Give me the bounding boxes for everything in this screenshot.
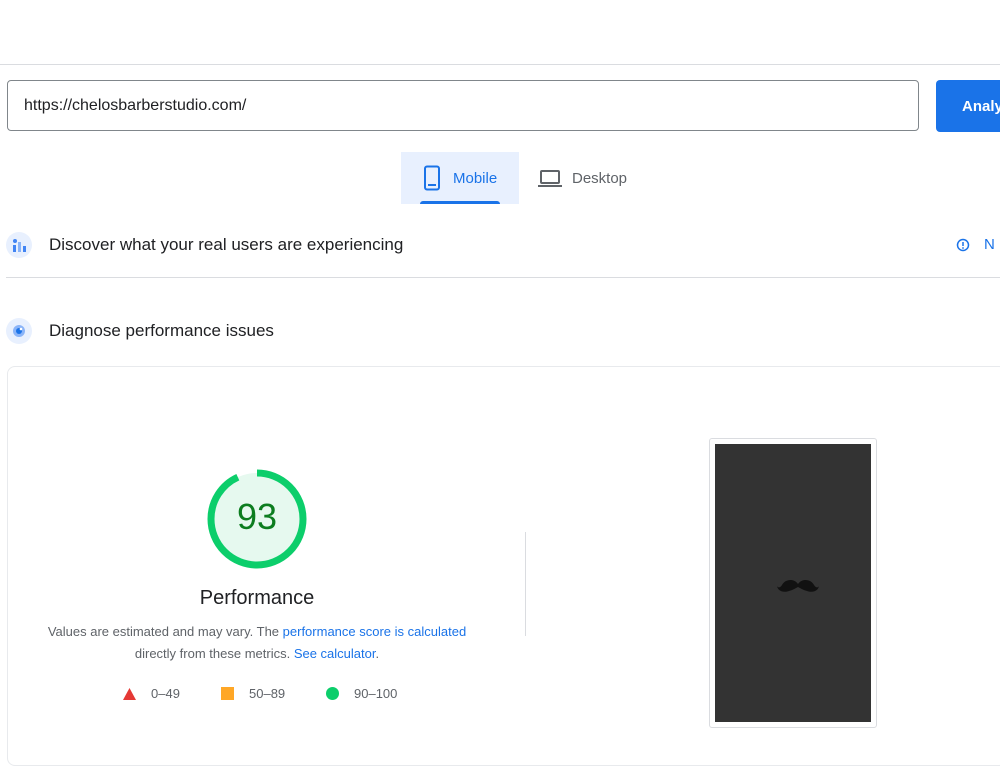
laptop-icon [538,170,562,187]
lighthouse-icon [6,318,32,344]
url-input[interactable] [7,80,919,131]
legend-item-fail: 0–49 [123,686,180,701]
smartphone-icon [424,165,440,191]
mustache-logo-icon [777,579,819,592]
tab-mobile[interactable]: Mobile [401,152,519,204]
desc-text-2: directly from these metrics. [134,646,294,661]
tab-mobile-label: Mobile [453,169,498,187]
section-divider [6,277,1000,278]
tab-desktop-label: Desktop [572,169,628,187]
triangle-icon [123,687,136,700]
info-icon [956,238,970,251]
desc-text-3: . [375,646,380,661]
top-bar [0,0,1000,65]
field-data-header: Discover what your real users are experi… [6,232,403,258]
legend-item-pass: 90–100 [326,686,397,701]
users-chart-icon [6,232,32,258]
legend-range-average: 50–89 [249,686,286,701]
screenshot-screen [715,444,871,722]
circle-icon [326,687,339,700]
performance-description: Values are estimated and may vary. The p… [40,621,474,665]
field-data-link[interactable]: N [956,236,995,253]
legend-item-average: 50–89 [221,686,285,701]
diagnose-title: Diagnose performance issues [49,321,274,340]
tab-desktop[interactable]: Desktop [536,152,646,204]
analyze-button[interactable]: Analy [936,80,1000,132]
performance-score-link[interactable]: performance score is calculated [283,624,467,639]
desc-text-1: Values are estimated and may vary. The [47,624,283,639]
field-data-title: Discover what your real users are experi… [49,235,404,254]
legend-range-fail: 0–49 [151,686,180,701]
see-calculator-link[interactable]: See calculator [294,646,376,661]
square-icon [221,687,234,700]
legend-range-pass: 90–100 [354,686,398,701]
tab-indicator [420,201,500,204]
page-screenshot [709,438,877,728]
diagnose-header: Diagnose performance issues [6,318,274,344]
field-data-link-text: N [984,236,995,253]
performance-label: Performance [199,587,315,609]
performance-score: 93 [236,496,278,537]
card-divider [525,532,526,636]
